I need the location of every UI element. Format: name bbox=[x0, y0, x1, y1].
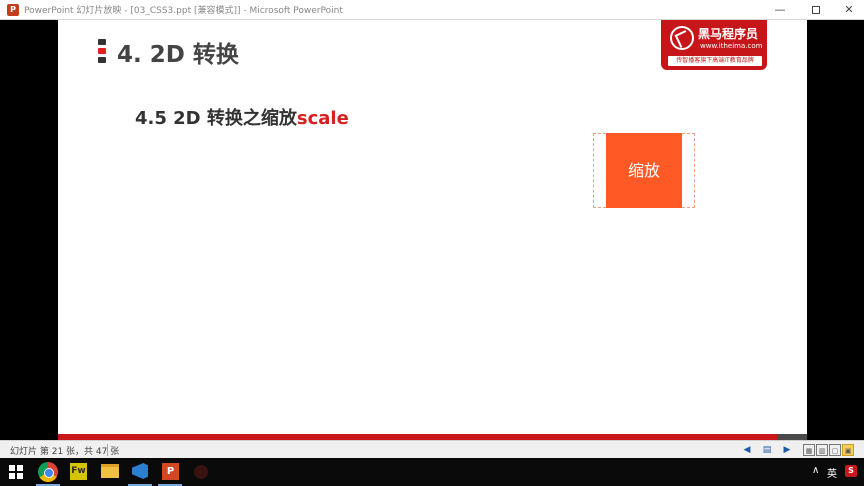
marker-bar-bottom bbox=[98, 57, 106, 63]
subtitle-keyword: scale bbox=[296, 108, 349, 129]
windows-taskbar: Fw P bbox=[0, 458, 864, 486]
tray-expand-icon[interactable]: ∧ bbox=[812, 465, 819, 476]
window-titlebar: P PowerPoint 幻灯片放映 - [03_CSS3.ppt [兼容模式]… bbox=[0, 0, 864, 20]
scale-demo-box: 缩放 bbox=[606, 133, 682, 208]
heading-marker-icon bbox=[98, 39, 106, 63]
marker-bar-middle bbox=[98, 48, 106, 54]
previous-slide-icon[interactable]: ◀ bbox=[741, 444, 753, 456]
tray-app-icon[interactable]: S bbox=[845, 465, 857, 477]
logo-slogan: 传智播客旗下高端IT教育品牌 bbox=[668, 56, 762, 66]
slideshow-stage: 4. 2D 转换 4.5 2D 转换之缩放scale 黑马程序员 www.ith… bbox=[0, 20, 864, 440]
powerpoint-app-icon[interactable]: P bbox=[7, 4, 19, 16]
notes-icon[interactable]: ▤ bbox=[761, 444, 773, 456]
slide-counter: 幻灯片 第 21 张，共 47 张 bbox=[10, 447, 120, 457]
marker-bar-top bbox=[98, 39, 106, 45]
normal-view-icon[interactable]: ▦ bbox=[803, 444, 815, 456]
slide-title: 4. 2D 转换 bbox=[117, 42, 239, 68]
close-button[interactable]: ✕ bbox=[832, 0, 864, 20]
vscode-icon[interactable] bbox=[132, 463, 148, 479]
slideshow-view-icon[interactable]: ▣ bbox=[842, 444, 854, 456]
windows-start-icon[interactable] bbox=[9, 465, 23, 479]
logo-brand: 黑马程序员 bbox=[698, 27, 759, 41]
minimize-button[interactable]: — bbox=[763, 0, 797, 20]
next-slide-icon[interactable]: ▶ bbox=[781, 444, 793, 456]
maximize-icon bbox=[812, 6, 820, 14]
maximize-button[interactable] bbox=[799, 0, 833, 20]
subtitle-prefix: 4.5 2D 转换之缩放 bbox=[135, 108, 297, 129]
slide-subtitle: 4.5 2D 转换之缩放scale bbox=[135, 104, 349, 130]
status-separator bbox=[107, 444, 108, 456]
powerpoint-taskbar-icon[interactable]: P bbox=[162, 463, 179, 480]
file-explorer-icon[interactable] bbox=[101, 464, 119, 478]
slide-canvas[interactable]: 4. 2D 转换 4.5 2D 转换之缩放scale 黑马程序员 www.ith… bbox=[58, 20, 807, 440]
itheima-logo: 黑马程序员 www.itheima.com 传智播客旗下高端IT教育品牌 bbox=[661, 20, 767, 70]
window-title: PowerPoint 幻灯片放映 - [03_CSS3.ppt [兼容模式]] … bbox=[24, 6, 343, 16]
logo-url: www.itheima.com bbox=[700, 42, 763, 50]
horse-logo-icon bbox=[670, 26, 694, 50]
fireworks-icon[interactable]: Fw bbox=[70, 463, 87, 480]
reading-view-icon[interactable]: ▢ bbox=[829, 444, 841, 456]
input-language-indicator[interactable]: 英 bbox=[827, 465, 837, 480]
recorder-icon[interactable] bbox=[194, 465, 208, 479]
chrome-icon[interactable] bbox=[38, 462, 58, 482]
status-bar: 幻灯片 第 21 张，共 47 张 ◀ ▤ ▶ ▦ ▥ ▢ ▣ bbox=[0, 440, 864, 458]
slide-sorter-view-icon[interactable]: ▥ bbox=[816, 444, 828, 456]
